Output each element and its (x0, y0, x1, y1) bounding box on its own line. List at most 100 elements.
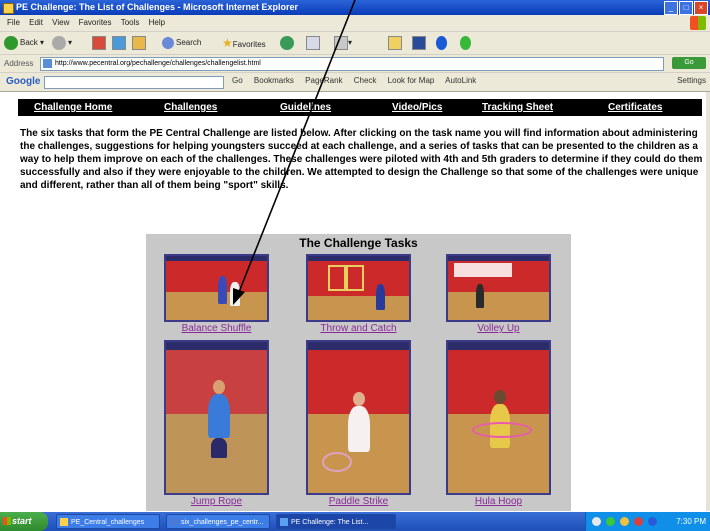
nav-tracking-sheet[interactable]: Tracking Sheet (482, 99, 553, 116)
minimize-button[interactable]: _ (664, 1, 678, 15)
task-volley-up: Volley Up (446, 254, 551, 338)
tray-icon[interactable] (606, 517, 615, 526)
nav-challenge-home[interactable]: Challenge Home (34, 99, 112, 116)
student-figure (476, 284, 484, 308)
google-check-button[interactable]: Check (354, 76, 377, 85)
messenger-icon (460, 35, 471, 50)
google-search-input[interactable] (44, 76, 224, 89)
menu-bar: File Edit View Favorites Tools Help (0, 15, 710, 32)
bluetooth-icon (436, 35, 447, 50)
home-button[interactable] (132, 35, 146, 51)
task-link-jump-rope[interactable]: Jump Rope (164, 496, 269, 507)
bluetooth-button[interactable] (436, 35, 449, 51)
refresh-button[interactable] (112, 35, 126, 51)
research-button[interactable] (412, 35, 426, 51)
tray-icon[interactable] (620, 517, 629, 526)
forward-button[interactable]: ▾ (52, 35, 72, 51)
google-pagerank-button[interactable]: PageRank (305, 76, 342, 85)
nav-video-pics[interactable]: Video/Pics (392, 99, 442, 116)
menu-tools[interactable]: Tools (121, 18, 140, 27)
hula-hoop-photo[interactable] (446, 340, 551, 495)
menu-edit[interactable]: Edit (29, 18, 43, 27)
star-icon: ★ (222, 36, 233, 50)
tasks-panel-heading: The Challenge Tasks (299, 236, 418, 250)
taskbar-item-word-doc[interactable]: six_challenges_pe_centr... (166, 514, 270, 529)
menu-view[interactable]: View (52, 18, 69, 27)
google-autolink-button[interactable]: AutoLink (445, 76, 476, 85)
student-figure (218, 276, 227, 304)
windows-flag-icon (3, 517, 11, 525)
student-shorts (211, 438, 227, 458)
refresh-icon (112, 35, 126, 50)
task-jump-rope: Jump Rope (164, 340, 269, 510)
search-button[interactable]: Search (162, 35, 201, 51)
task-link-balance-shuffle[interactable]: Balance Shuffle (164, 323, 269, 334)
task-link-paddle-strike[interactable]: Paddle Strike (306, 496, 411, 507)
nav-guidelines[interactable]: Guidelines (280, 99, 331, 116)
folder-icon (388, 35, 402, 50)
print-icon (334, 35, 348, 50)
print-button[interactable]: ▾ (334, 35, 352, 51)
window-controls: _ □ × (663, 1, 708, 16)
start-button[interactable]: start (0, 512, 48, 531)
task-link-volley-up[interactable]: Volley Up (446, 323, 551, 334)
history-icon (280, 35, 294, 50)
back-button[interactable]: Back ▾ (4, 35, 44, 51)
task-hula-hoop: Hula Hoop (446, 340, 551, 510)
vertical-scrollbar[interactable] (706, 92, 710, 511)
ie-icon (280, 518, 288, 526)
folder-icon (60, 518, 68, 526)
ie-icon (3, 3, 14, 14)
window-titlebar[interactable]: PE Challenge: The List of Challenges - M… (0, 0, 710, 15)
nav-challenges[interactable]: Challenges (164, 99, 217, 116)
taskbar-item-folder[interactable]: PE_Central_challenges (56, 514, 160, 529)
stop-icon (92, 35, 106, 50)
close-button[interactable]: × (694, 1, 708, 15)
task-link-hula-hoop[interactable]: Hula Hoop (446, 496, 551, 507)
tray-icon[interactable] (592, 517, 601, 526)
system-tray: 7:30 PM (585, 512, 710, 531)
menu-favorites[interactable]: Favorites (79, 18, 112, 27)
wall-target (346, 265, 364, 291)
nav-certificates[interactable]: Certificates (608, 99, 662, 116)
stop-button[interactable] (92, 35, 106, 51)
maximize-button[interactable]: □ (679, 1, 693, 15)
mail-icon (306, 35, 320, 50)
folder-button[interactable] (388, 35, 402, 51)
balance-shuffle-photo[interactable] (164, 254, 269, 322)
history-button[interactable] (280, 35, 296, 51)
google-bookmarks-button[interactable]: Bookmarks (254, 76, 294, 85)
messenger-button[interactable] (460, 35, 473, 51)
google-logo[interactable]: Google (6, 76, 40, 87)
tray-icon[interactable] (634, 517, 643, 526)
student-figure (376, 284, 385, 310)
site-navbar: Challenge Home Challenges Guidelines Vid… (18, 99, 702, 116)
student-head (494, 390, 506, 404)
back-arrow-icon (4, 35, 18, 50)
google-go-button[interactable]: Go (232, 76, 243, 85)
volley-up-photo[interactable] (446, 254, 551, 322)
menu-help[interactable]: Help (149, 18, 165, 27)
student-figure (230, 282, 240, 306)
challenge-tasks-panel: The Challenge Tasks Balance Shuffle Thro… (146, 234, 571, 511)
google-toolbar-items: Go Bookmarks PageRank Check Look for Map… (232, 76, 485, 85)
jump-rope-photo[interactable] (164, 340, 269, 495)
menu-file[interactable]: File (7, 18, 20, 27)
google-map-button[interactable]: Look for Map (388, 76, 435, 85)
taskbar-item-ie-window[interactable]: PE Challenge: The List... (276, 514, 396, 529)
task-link-throw-and-catch[interactable]: Throw and Catch (306, 323, 411, 334)
google-settings-button[interactable]: Settings (677, 76, 706, 85)
windows-logo-icon (690, 16, 706, 30)
throw-and-catch-photo[interactable] (306, 254, 411, 322)
word-icon (170, 518, 178, 526)
forward-arrow-icon (52, 35, 66, 50)
favorites-button[interactable]: ★Favorites (222, 35, 266, 51)
address-bar: Address http://www.pecentral.org/pechall… (0, 55, 710, 73)
student-head (353, 392, 365, 406)
tray-icon[interactable] (648, 517, 657, 526)
mail-button[interactable] (306, 35, 320, 51)
paddle-strike-photo[interactable] (306, 340, 411, 495)
address-input[interactable]: http://www.pecentral.org/pechallenge/cha… (40, 57, 664, 71)
go-button[interactable]: Go (672, 57, 706, 69)
photo-caption-box (454, 263, 512, 277)
